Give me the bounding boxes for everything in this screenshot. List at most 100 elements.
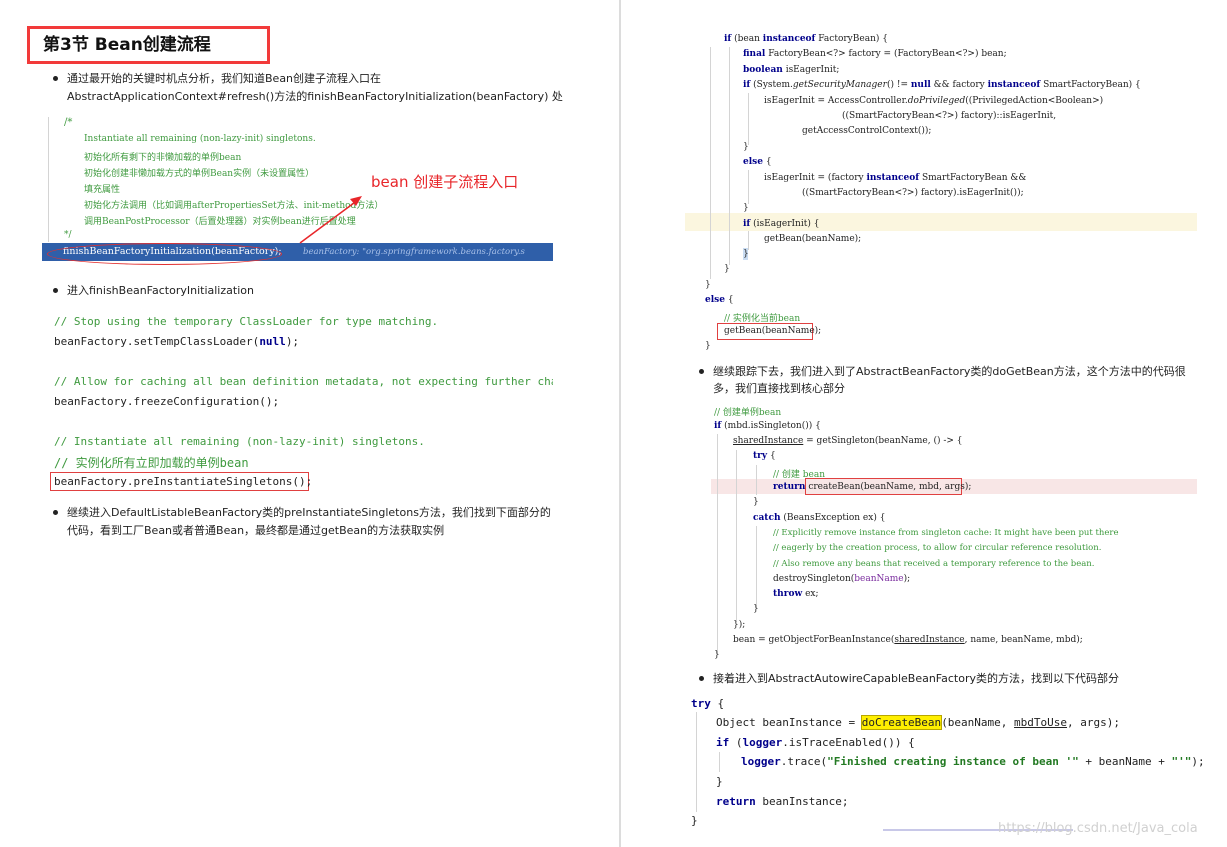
indent-guide (748, 93, 749, 145)
code-line: logger.trace("Finished creating instance… (741, 755, 1205, 768)
code-comment: // 创建单例bean (714, 408, 782, 418)
code-keyword: else (743, 157, 763, 167)
code-keyword: final (743, 49, 766, 59)
code-line: getBean(beanName); (764, 234, 862, 244)
code-comment: // eagerly by the creation process, to a… (773, 543, 1102, 553)
indent-guide (748, 231, 749, 250)
code-token: , name, beanName, mbd); (964, 635, 1083, 645)
code-line: } (743, 203, 749, 213)
code-line: destroySingleton(beanName); (773, 574, 910, 584)
code-keyword: if (716, 736, 730, 749)
code-token: SmartFactoryBean && (919, 173, 1027, 183)
left-page: 第3节 Bean创建流程 通过最开始的关键时机点分析，我们知道Bean创建子流程… (0, 0, 619, 847)
code-line: throw ex; (773, 589, 819, 599)
code-line: if (System.getSecurityManager() != null … (743, 80, 1141, 90)
code-token: mbdToUse (1014, 716, 1068, 729)
code-token: , args); (1067, 716, 1121, 729)
code-token: ((PrivilegedAction<Boolean>) (965, 96, 1104, 106)
code-token: .trace( (780, 755, 828, 768)
code-line: try { (691, 697, 724, 710)
code-keyword: instanceof (762, 34, 816, 44)
code-line: } (714, 650, 720, 660)
code-line: return beanInstance; (716, 795, 848, 808)
code-keyword: else (705, 295, 725, 305)
code-line: } (705, 280, 711, 290)
code-token: + beanName + (1078, 755, 1172, 768)
watermark: https://blog.csdn.net/Java_cola (998, 821, 1198, 836)
code-token: (BeansException ex) { (780, 513, 886, 523)
indent-guide (696, 712, 697, 812)
code-token: logger (742, 736, 783, 749)
code-line: beanFactory.freezeConfiguration(); (54, 395, 280, 408)
code-token: beanInstance; (755, 795, 849, 808)
bullet-enter-finish: 进入finishBeanFactoryInitialization (53, 282, 593, 300)
indent-guide (729, 47, 730, 265)
code-token: { (724, 295, 734, 305)
code-line: beanFactory.setTempClassLoader(null); (54, 335, 299, 348)
bullet-dot (699, 676, 704, 681)
code-keyword: boolean (743, 65, 783, 75)
code-line: isEagerInit = (factory instanceof SmartF… (764, 173, 1026, 183)
code-token: ( (729, 736, 743, 749)
code-line-create-bean: return createBean(beanName, mbd, args); (773, 482, 971, 492)
code-token: (System. (750, 80, 793, 90)
code-token: && factory (930, 80, 988, 90)
code-keyword: instanceof (987, 80, 1041, 90)
bullet-dot (53, 510, 58, 515)
code-token: (isEagerInit) { (750, 219, 820, 229)
code-line: ((SmartFactoryBean<?>) factory)::isEager… (842, 111, 1057, 121)
indent-guide (736, 450, 737, 622)
code-keyword: try (753, 451, 768, 461)
code-token: sharedInstance (733, 436, 804, 446)
code-line: catch (BeansException ex) { (753, 513, 885, 523)
bullet-text-line1: 继续进入DefaultListableBeanFactory类的preInsta… (67, 506, 551, 519)
code-token: (bean (731, 34, 763, 44)
code-line: isEagerInit = AccessController.doPrivile… (764, 96, 1103, 106)
code-token: beanName (854, 574, 904, 584)
code-line: final FactoryBean<?> factory = (FactoryB… (743, 49, 1007, 59)
code-keyword: try (691, 697, 711, 710)
code-token: ); (285, 335, 300, 348)
code-keyword: catch (753, 513, 781, 523)
code-token: FactoryBean<?> factory = (FactoryBean<?>… (765, 49, 1007, 59)
code-line-pre-instantiate: beanFactory.preInstantiateSingletons(); (54, 475, 313, 488)
code-line: } (743, 249, 749, 259)
code-token: .isTraceEnabled()) { (782, 736, 915, 749)
indent-guide (719, 752, 720, 772)
code-token: = getSingleton(beanName, () -> { (803, 436, 963, 446)
code-line: try { (753, 451, 776, 461)
code-highlight-do-create-bean: doCreateBean (860, 715, 943, 730)
code-token: { (710, 697, 725, 710)
code-token: beanFactory.setTempClassLoader( (54, 335, 260, 348)
bullet-text-line1: 继续跟踪下去，我们进入到了AbstractBeanFactory类的doGetB… (713, 365, 1186, 378)
code-line: Object beanInstance = doCreateBean(beanN… (716, 715, 1121, 730)
code-line: } (716, 775, 723, 788)
bullet-dot (53, 288, 58, 293)
arrow-line (299, 199, 359, 244)
bullet-text-line2: 多，我们直接找到核心部分 (713, 382, 845, 395)
indent-guide (756, 526, 757, 608)
code-token: { (767, 451, 776, 461)
code-line: if (isEagerInit) { (743, 219, 819, 229)
code-comment: // Allow for caching all bean definition… (54, 375, 553, 388)
code-line: else { (743, 157, 772, 167)
indent-guide (717, 434, 718, 654)
bullet-text: 接着进入到AbstractAutowireCapableBeanFactory类… (713, 672, 1119, 685)
code-line: } (691, 814, 698, 827)
bullet-dot (699, 369, 704, 374)
bullet-pre-instantiate: 继续进入DefaultListableBeanFactory类的preInsta… (53, 504, 613, 540)
code-line: if (logger.isTraceEnabled()) { (716, 736, 915, 749)
code-token: SmartFactoryBean) { (1040, 80, 1141, 90)
code-line: if (mbd.isSingleton()) { (714, 421, 821, 431)
code-line: boolean isEagerInit; (743, 65, 839, 75)
code-token: bean = getObjectForBeanInstance( (733, 635, 895, 645)
code-comment-chinese: // 实例化所有立即加载的单例bean (54, 456, 249, 470)
code-line: getAccessControlContext()); (802, 126, 932, 136)
code-token: (mbd.isSingleton()) { (721, 421, 821, 431)
code-keyword: return (773, 482, 806, 492)
code-token: destroySingleton( (773, 574, 855, 584)
code-line: } (724, 264, 730, 274)
code-token: isEagerInit; (782, 65, 840, 75)
code-line: bean = getObjectForBeanInstance(sharedIn… (733, 635, 1083, 645)
annotation-arrow (299, 196, 362, 244)
